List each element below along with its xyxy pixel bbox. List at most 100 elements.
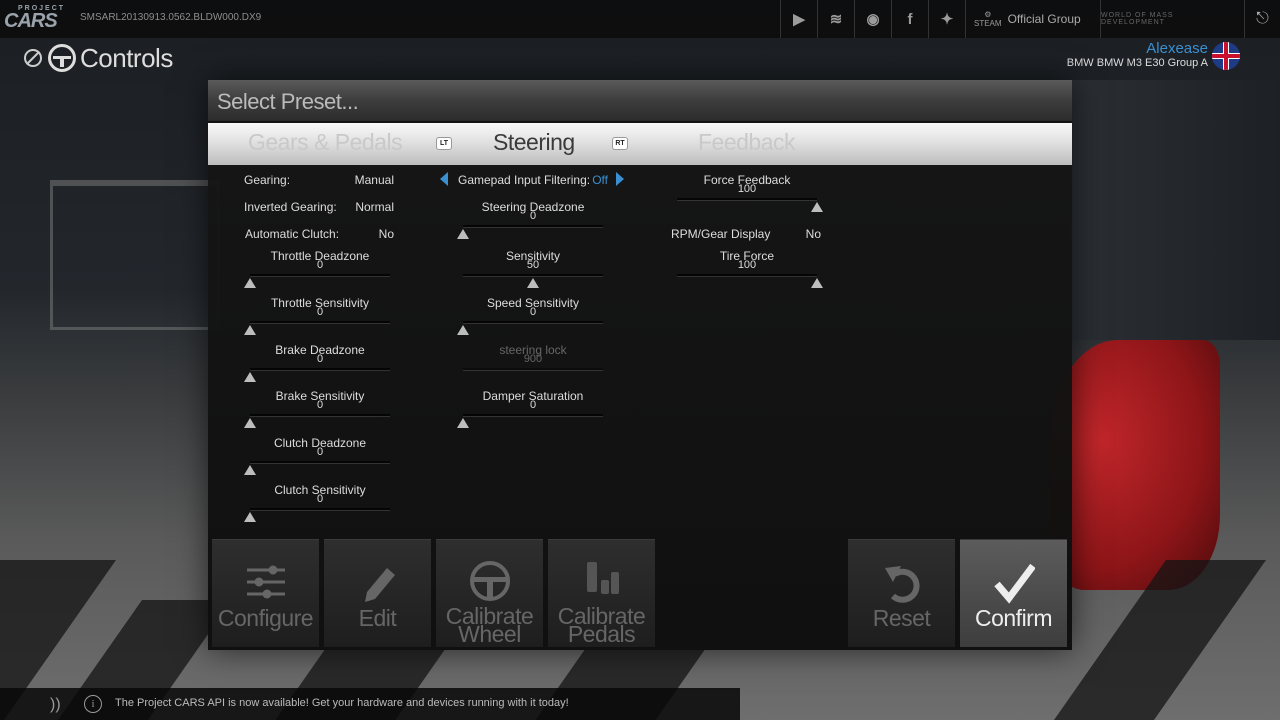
slider-track[interactable] xyxy=(677,198,817,200)
rt-button-hint: RT xyxy=(612,137,628,150)
rpm-gear-display-setting[interactable]: RPM/Gear Display No xyxy=(671,227,821,243)
build-version: SMSARL20130913.0562.BLDW000.DX9 xyxy=(80,12,262,23)
slider-thumb[interactable] xyxy=(457,229,469,239)
top-bar: PROJECT CARS SMSARL20130913.0562.BLDW000… xyxy=(0,0,1280,38)
tab-bar: Gears & Pedals LT Steering RT Feedback xyxy=(208,123,1072,165)
filter-prev-arrow-icon[interactable] xyxy=(440,172,448,186)
gearing-setting[interactable]: Gearing: Manual xyxy=(244,173,394,189)
steering-wheel-icon xyxy=(48,44,76,72)
slider-value: 50 xyxy=(526,259,540,271)
slider-track[interactable] xyxy=(677,274,817,276)
slider-track[interactable] xyxy=(463,274,603,276)
speed-sensitivity-slider[interactable]: Speed Sensitivity 0 xyxy=(457,296,613,340)
gamepad-filtering-label: Gamepad Input Filtering: xyxy=(458,173,591,187)
info-icon[interactable]: i xyxy=(84,695,102,713)
spotify-icon[interactable]: ≋ xyxy=(817,0,854,38)
brake-sensitivity-slider[interactable]: Brake Sensitivity 0 xyxy=(244,389,400,433)
slider-thumb[interactable] xyxy=(457,325,469,335)
news-ticker: )) i The Project CARS API is now availab… xyxy=(0,688,740,720)
slider-value: 100 xyxy=(737,183,757,195)
slider-value: 0 xyxy=(316,353,324,365)
automatic-clutch-label: Automatic Clutch: xyxy=(245,227,340,241)
car-lift xyxy=(50,180,220,330)
gamepad-filtering-value: Off xyxy=(592,173,608,187)
tab-steering[interactable]: Steering xyxy=(493,129,575,156)
reset-label: Reset xyxy=(872,605,931,631)
reset-button[interactable]: Reset xyxy=(848,539,955,647)
automatic-clutch-setting[interactable]: Automatic Clutch: No xyxy=(245,227,394,243)
youtube-icon[interactable]: ▶ xyxy=(780,0,817,38)
force-feedback-slider[interactable]: Force Feedback 100 xyxy=(677,173,827,217)
sliders-icon xyxy=(247,565,285,599)
slider-track[interactable] xyxy=(463,321,603,323)
checkmark-icon xyxy=(994,563,1035,604)
throttle-sensitivity-slider[interactable]: Throttle Sensitivity 0 xyxy=(244,296,400,340)
throttle-deadzone-slider[interactable]: Throttle Deadzone 0 xyxy=(244,249,400,293)
podcast-icon[interactable]: ◉ xyxy=(854,0,891,38)
inverted-gearing-setting[interactable]: Inverted Gearing: Normal xyxy=(244,200,394,216)
preset-selector[interactable]: Select Preset... xyxy=(208,80,1072,122)
tire-force-slider[interactable]: Tire Force 100 xyxy=(677,249,827,293)
slider-track[interactable] xyxy=(250,274,390,276)
clutch-deadzone-slider[interactable]: Clutch Deadzone 0 xyxy=(244,436,400,480)
rpm-gear-label: RPM/Gear Display xyxy=(671,227,771,241)
slider-track[interactable] xyxy=(250,414,390,416)
calibrate-wheel-button[interactable]: Calibrate Wheel xyxy=(436,539,543,647)
confirm-button[interactable]: Confirm xyxy=(960,539,1067,647)
rss-icon[interactable]: )) xyxy=(50,696,70,714)
lt-button-hint: LT xyxy=(436,137,452,150)
slider-value: 100 xyxy=(737,259,757,271)
slider-value: 0 xyxy=(529,399,537,411)
slider-thumb[interactable] xyxy=(244,278,256,288)
slider-track[interactable] xyxy=(250,368,390,370)
slider-thumb[interactable] xyxy=(527,278,539,288)
slider-thumb[interactable] xyxy=(811,202,823,212)
ticker-message[interactable]: The Project CARS API is now available! G… xyxy=(115,697,569,709)
slider-track[interactable] xyxy=(463,225,603,227)
wmd-logo[interactable]: WORLD OF MASS DEVELOPMENT xyxy=(1100,0,1240,38)
steering-lock-slider: steering lock 900 xyxy=(463,343,613,387)
damper-saturation-slider[interactable]: Damper Saturation 0 xyxy=(457,389,613,433)
slider-value: 0 xyxy=(529,306,537,318)
pedals-icon xyxy=(587,562,619,594)
back-icon[interactable] xyxy=(24,49,42,67)
rpm-gear-value: No xyxy=(805,227,821,241)
brake-deadzone-slider[interactable]: Brake Deadzone 0 xyxy=(244,343,400,387)
configure-button[interactable]: Configure xyxy=(212,539,319,647)
slider-track[interactable] xyxy=(250,321,390,323)
car-name: BMW BMW M3 E30 Group A xyxy=(1066,57,1208,69)
tab-feedback[interactable]: Feedback xyxy=(698,129,796,156)
preset-label: Select Preset... xyxy=(217,89,359,114)
slider-thumb[interactable] xyxy=(244,512,256,522)
clutch-sensitivity-slider[interactable]: Clutch Sensitivity 0 xyxy=(244,483,400,527)
calibrate-pedals-label-2: Pedals xyxy=(567,621,636,647)
slider-thumb[interactable] xyxy=(457,418,469,428)
gamepad-input-filtering-setting[interactable]: Gamepad Input Filtering: Off xyxy=(458,173,608,189)
facebook-icon[interactable]: f xyxy=(891,0,928,38)
slider-thumb[interactable] xyxy=(244,465,256,475)
slider-value: 0 xyxy=(316,399,324,411)
sensitivity-slider[interactable]: Sensitivity 50 xyxy=(463,249,613,293)
slider-value: 900 xyxy=(523,353,543,365)
slider-track[interactable] xyxy=(250,508,390,510)
slider-track[interactable] xyxy=(250,461,390,463)
exit-icon[interactable]: ⎋ xyxy=(1244,0,1280,38)
slider-thumb[interactable] xyxy=(811,278,823,288)
edit-button[interactable]: Edit xyxy=(324,539,431,647)
calibrate-pedals-button[interactable]: Calibrate Pedals xyxy=(548,539,655,647)
filter-next-arrow-icon[interactable] xyxy=(616,172,624,186)
steering-deadzone-slider[interactable]: Steering Deadzone 0 xyxy=(457,200,613,244)
official-group-link[interactable]: ⚙ STEAM Official Group xyxy=(965,0,1085,38)
slider-value: 0 xyxy=(529,210,537,222)
slider-thumb[interactable] xyxy=(244,418,256,428)
slider-track[interactable] xyxy=(463,414,603,416)
username[interactable]: Alexease xyxy=(1067,40,1208,57)
slider-thumb[interactable] xyxy=(244,372,256,382)
tab-gears-pedals[interactable]: Gears & Pedals xyxy=(248,129,403,156)
slider-value: 0 xyxy=(316,306,324,318)
slider-value: 0 xyxy=(316,446,324,458)
page-title: Controls xyxy=(80,42,173,73)
slider-thumb[interactable] xyxy=(244,325,256,335)
twitter-icon[interactable]: ✦ xyxy=(928,0,965,38)
garage-pillar xyxy=(1070,80,1280,340)
